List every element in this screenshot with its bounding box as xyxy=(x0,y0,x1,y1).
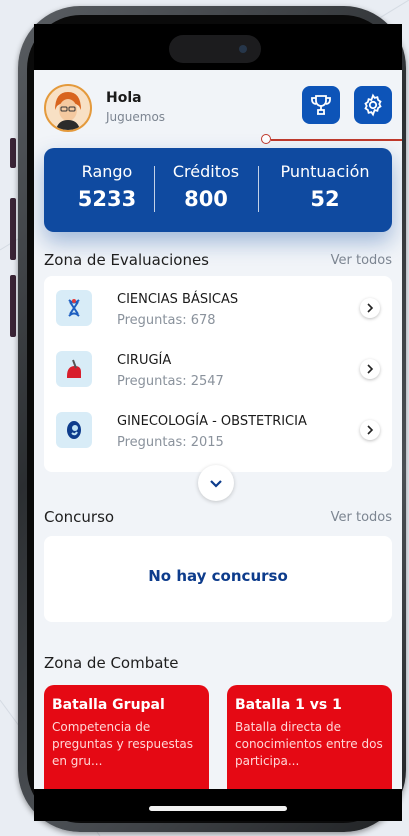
trophy-button[interactable] xyxy=(302,86,340,124)
battle-group-card[interactable]: Batalla Grupal Competencia de preguntas … xyxy=(44,685,209,789)
stats-card: Rango 5233 Créditos 800 Puntuación 52 xyxy=(44,148,392,232)
stat-label: Rango xyxy=(81,162,133,181)
phone-side-button xyxy=(10,138,16,168)
avatar[interactable] xyxy=(44,84,92,132)
item-name: CIRUGÍA xyxy=(117,353,172,368)
evaluations-see-all-link[interactable]: Ver todos xyxy=(331,253,392,268)
divider xyxy=(154,166,155,212)
stat-credits: Créditos 800 xyxy=(156,162,256,211)
item-count: Preguntas: 2547 xyxy=(117,374,224,389)
item-name: GINECOLOGÍA - OBSTETRICIA xyxy=(117,414,307,429)
stat-score: Puntuación 52 xyxy=(262,162,388,211)
phone-volume-down xyxy=(10,275,16,337)
contest-see-all-link[interactable]: Ver todos xyxy=(331,510,392,525)
list-item[interactable]: CIRUGÍA Preguntas: 2547 xyxy=(44,345,392,405)
phone-volume-up xyxy=(10,198,16,260)
greeting-subtitle: Juguemos xyxy=(106,110,166,124)
evaluations-list: CIENCIAS BÁSICAS Preguntas: 678 CIRUGÍA … xyxy=(44,276,392,472)
home-indicator[interactable] xyxy=(149,806,287,811)
bottom-bar xyxy=(34,789,402,821)
item-count: Preguntas: 2015 xyxy=(117,435,224,450)
gear-icon xyxy=(364,93,382,117)
empty-contest-message: No hay concurso xyxy=(148,567,288,585)
stat-rank: Rango 5233 xyxy=(62,162,152,211)
battle-description: Batalla directa de conocimientos entre d… xyxy=(235,720,383,768)
chevron-right-icon[interactable] xyxy=(360,298,380,318)
stat-value: 5233 xyxy=(77,187,137,211)
chevron-right-icon[interactable] xyxy=(360,420,380,440)
expand-list-button[interactable] xyxy=(198,465,234,501)
divider xyxy=(258,166,259,212)
list-item[interactable]: CIENCIAS BÁSICAS Preguntas: 678 xyxy=(44,284,392,344)
list-item[interactable]: GINECOLOGÍA - OBSTETRICIA Preguntas: 201… xyxy=(44,406,392,466)
contest-card: No hay concurso xyxy=(44,536,392,622)
evaluations-title: Zona de Evaluaciones xyxy=(44,251,209,269)
annotation-marker xyxy=(261,134,271,144)
battle-title: Batalla 1 vs 1 xyxy=(235,697,342,713)
dynamic-island xyxy=(169,35,261,63)
stat-value: 800 xyxy=(184,187,228,211)
battle-title: Batalla Grupal xyxy=(52,697,165,713)
stat-value: 52 xyxy=(310,187,340,211)
annotation-line xyxy=(271,139,402,141)
dna-icon xyxy=(56,290,92,326)
stat-label: Créditos xyxy=(172,162,240,181)
app-screen: Hola Juguemos Rango 5233 Créditos 800 Pu… xyxy=(34,70,402,789)
settings-button[interactable] xyxy=(354,86,392,124)
battle-description: Competencia de preguntas y respuestas en… xyxy=(52,720,194,768)
chevron-down-icon xyxy=(210,480,222,488)
trophy-icon xyxy=(311,95,331,115)
fetus-icon xyxy=(56,412,92,448)
contest-title: Concurso xyxy=(44,508,115,526)
item-name: CIENCIAS BÁSICAS xyxy=(117,292,239,307)
battle-1v1-card[interactable]: Batalla 1 vs 1 Batalla directa de conoci… xyxy=(227,685,392,789)
scalpel-icon xyxy=(56,351,92,387)
item-count: Preguntas: 678 xyxy=(117,313,216,328)
stat-label: Puntuación xyxy=(280,162,370,181)
chevron-right-icon[interactable] xyxy=(360,359,380,379)
combat-title: Zona de Combate xyxy=(44,654,179,672)
greeting: Hola xyxy=(106,90,142,106)
